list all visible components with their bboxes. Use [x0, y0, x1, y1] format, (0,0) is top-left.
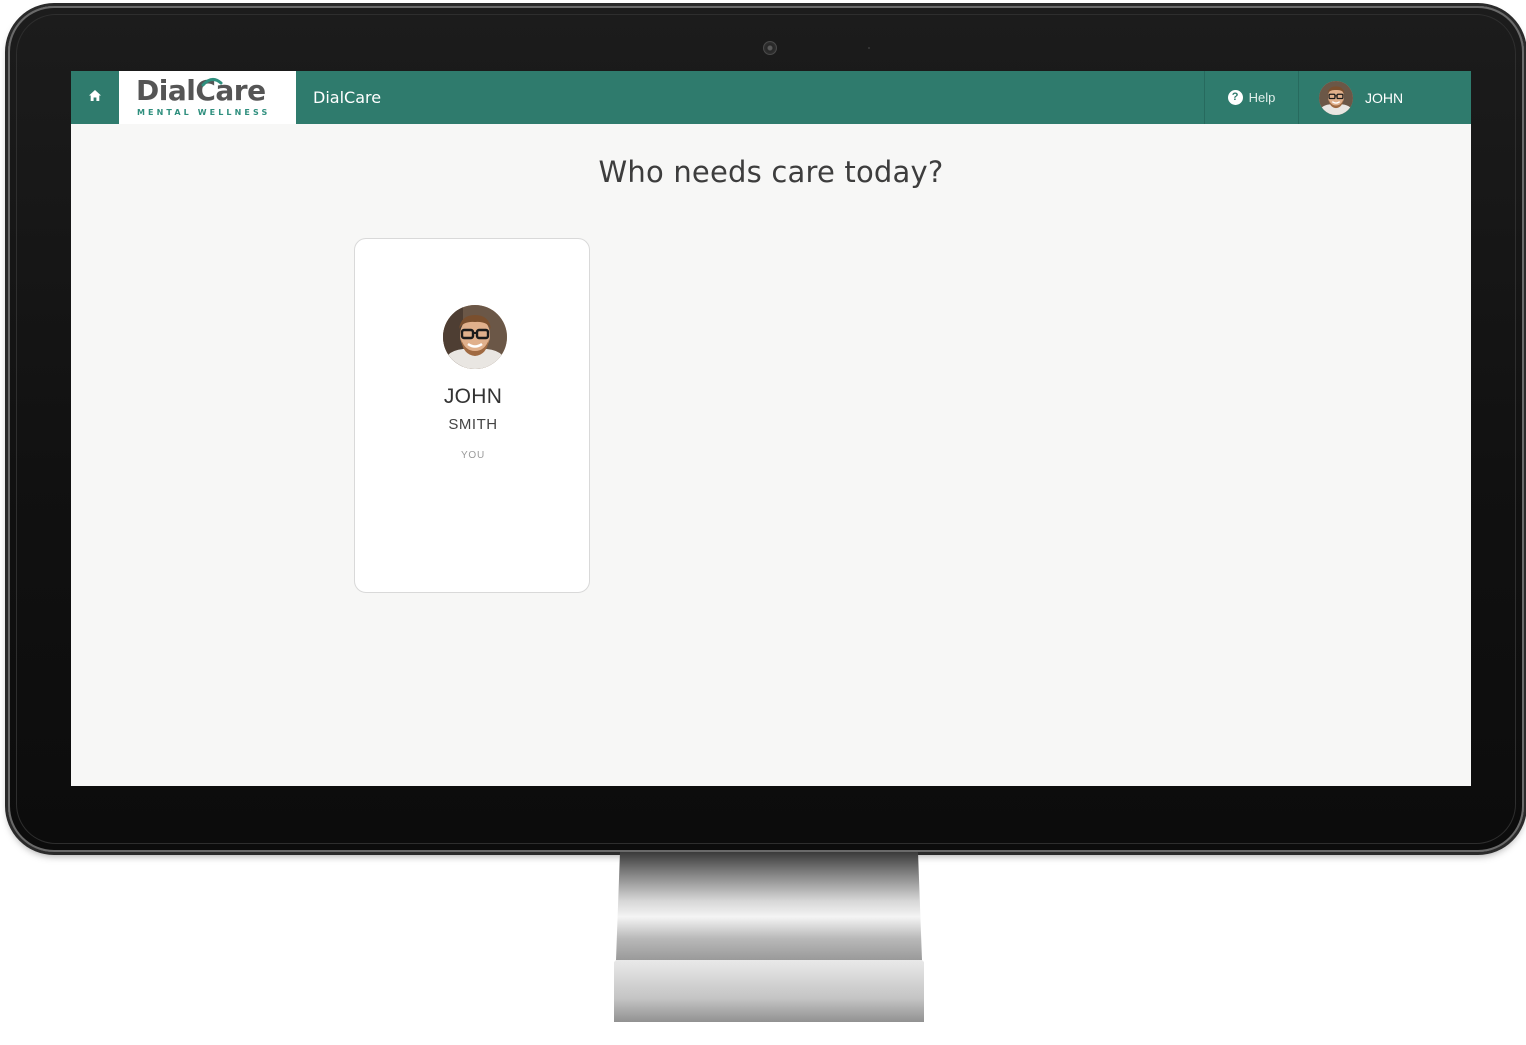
logo-tagline: MENTAL WELLNESS: [137, 108, 271, 117]
help-label: Help: [1248, 90, 1276, 105]
home-icon: [88, 89, 102, 107]
home-button[interactable]: [71, 71, 119, 124]
top-navbar: DialCare MENTAL WELLNESS DialCare ? Help: [71, 71, 1471, 124]
logo-swoosh-icon: [201, 78, 223, 87]
user-name: JOHN: [1365, 89, 1404, 106]
question-circle-icon: ?: [1227, 90, 1243, 105]
page-title: Who needs care today?: [598, 155, 944, 189]
person-first-name: JOHN: [443, 385, 503, 408]
app-title: DialCare: [313, 88, 382, 107]
user-menu-button[interactable]: JOHN: [1307, 71, 1471, 124]
help-button[interactable]: ? Help: [1204, 71, 1299, 124]
monitor-stand: [614, 852, 924, 1022]
person-card[interactable]: JOHN SMITH YOU: [354, 238, 590, 593]
brand-logo[interactable]: DialCare MENTAL WELLNESS: [119, 71, 296, 124]
avatar: [1319, 80, 1353, 115]
light-sensor: [868, 47, 870, 49]
webcam: [763, 41, 777, 55]
person-last-name: SMITH: [448, 416, 498, 433]
screen: DialCare MENTAL WELLNESS DialCare ? Help: [71, 71, 1471, 786]
person-avatar: [443, 305, 507, 369]
person-relation: YOU: [460, 450, 486, 461]
